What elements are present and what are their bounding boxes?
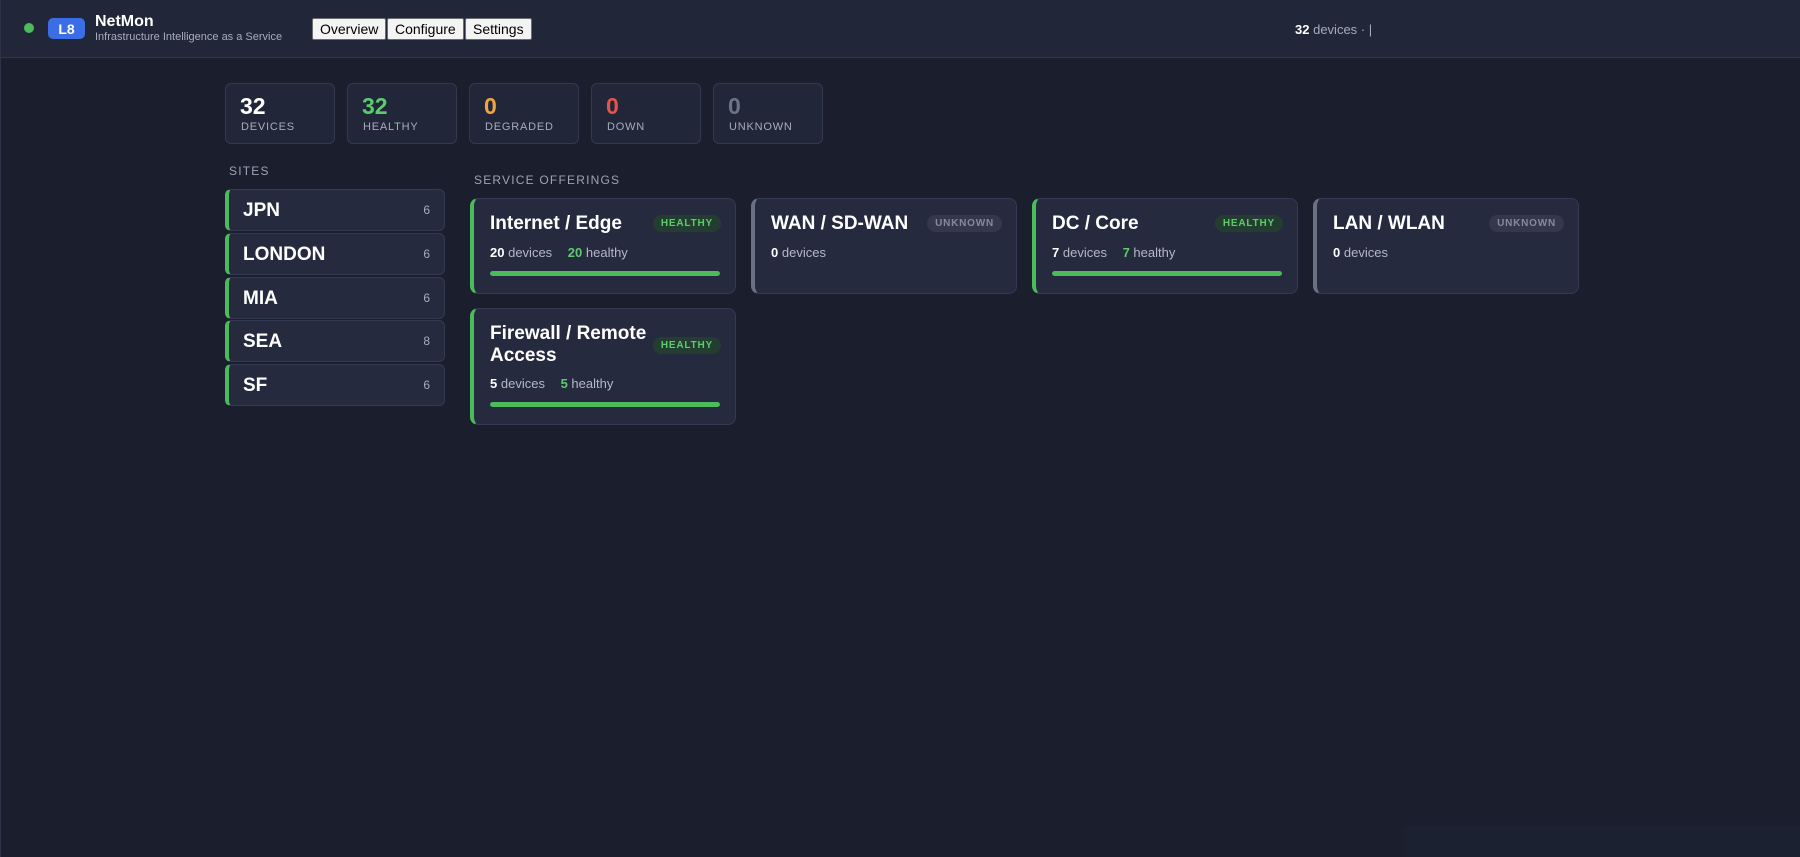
site-item-mia[interactable]: MIA 6: [225, 277, 445, 319]
service-metrics: 0 devices: [771, 245, 826, 260]
site-name: JPN: [243, 200, 280, 221]
site-item-sea[interactable]: SEA 8: [225, 320, 445, 362]
top-bar: L8 NetMon Infrastructure Intelligence as…: [1, 0, 1800, 58]
health-progress-bar: [1052, 271, 1282, 276]
device-count: 0: [1333, 245, 1341, 260]
status-dot-icon: [24, 23, 34, 33]
health-progress-fill: [1052, 271, 1282, 276]
service-title: Internet / Edge: [490, 213, 622, 234]
stat-card-healthy: 32 HEALTHY: [347, 83, 457, 144]
healthy-count: 20: [567, 245, 583, 260]
site-device-count: 8: [423, 334, 430, 348]
stat-value: 32: [362, 93, 388, 119]
stat-label: DOWN: [607, 121, 646, 133]
status-badge: HEALTHY: [652, 337, 721, 354]
device-summary: 32 devices · |: [1295, 22, 1372, 37]
device-count: 20: [490, 245, 505, 260]
service-metrics: 7 devices 7 healthy: [1052, 245, 1175, 260]
device-count: 5: [490, 376, 498, 391]
site-name: SEA: [243, 331, 283, 352]
sites-heading: SITES: [229, 164, 270, 178]
site-item-london[interactable]: LONDON 6: [225, 233, 445, 275]
stat-value: 32: [240, 93, 266, 119]
service-card-dc-core[interactable]: DC / Core HEALTHY 7 devices 7 healthy: [1032, 198, 1298, 294]
nav-overview-button[interactable]: Overview: [312, 18, 387, 40]
device-summary-count: 32: [1295, 22, 1310, 37]
site-device-count: 6: [423, 378, 430, 392]
status-badge: HEALTHY: [1214, 215, 1283, 232]
healthy-label: healthy: [571, 376, 614, 391]
stat-value: 0: [484, 93, 497, 119]
site-device-count: 6: [423, 247, 430, 261]
stat-label: DEGRADED: [485, 121, 554, 133]
healthy-count: 7: [1122, 245, 1130, 260]
service-title: Firewall / Remote Access: [490, 323, 647, 366]
health-progress-fill: [490, 402, 720, 407]
stat-label: DEVICES: [241, 121, 295, 133]
site-device-count: 6: [423, 203, 430, 217]
site-name: LONDON: [243, 244, 326, 265]
site-item-sf[interactable]: SF 6: [225, 364, 445, 406]
service-title: WAN / SD-WAN: [771, 213, 909, 234]
stat-label: UNKNOWN: [729, 121, 793, 133]
service-card-wan-sdwan[interactable]: WAN / SD-WAN UNKNOWN 0 devices: [751, 198, 1017, 294]
service-offerings-heading: SERVICE OFFERINGS: [474, 173, 621, 187]
health-progress-bar: [490, 271, 720, 276]
devices-label: devices: [508, 245, 553, 260]
site-name: MIA: [243, 288, 278, 309]
service-metrics: 5 devices 5 healthy: [490, 376, 613, 391]
service-metrics: 0 devices: [1333, 245, 1388, 260]
stat-value: 0: [728, 93, 741, 119]
health-progress-fill: [490, 271, 720, 276]
device-count: 0: [771, 245, 779, 260]
status-badge: UNKNOWN: [1489, 215, 1564, 232]
site-name: SF: [243, 375, 268, 396]
service-title: DC / Core: [1052, 213, 1139, 234]
stat-card-degraded: 0 DEGRADED: [469, 83, 579, 144]
service-card-firewall-remote-access[interactable]: Firewall / Remote Access HEALTHY 5 devic…: [470, 308, 736, 425]
app-name: NetMon: [95, 13, 154, 30]
healthy-label: healthy: [585, 245, 628, 260]
service-metrics: 20 devices 20 healthy: [490, 245, 628, 260]
bottom-panel: [1404, 826, 1800, 857]
nav-settings-button[interactable]: Settings: [465, 18, 532, 40]
service-title: LAN / WLAN: [1333, 213, 1445, 234]
stat-card-devices: 32 DEVICES: [225, 83, 335, 144]
nav-configure-button[interactable]: Configure: [387, 18, 464, 40]
devices-label: devices: [781, 245, 826, 260]
healthy-label: healthy: [1133, 245, 1176, 260]
stat-card-unknown: 0 UNKNOWN: [713, 83, 823, 144]
health-progress-bar: [490, 402, 720, 407]
devices-label: devices: [1062, 245, 1107, 260]
devices-label: devices: [1343, 245, 1388, 260]
status-badge: HEALTHY: [652, 215, 721, 232]
app-subtitle: Infrastructure Intelligence as a Service: [95, 31, 283, 43]
status-badge: UNKNOWN: [927, 215, 1002, 232]
device-summary-text: devices · |: [1313, 22, 1373, 37]
device-count: 7: [1052, 245, 1060, 260]
site-device-count: 6: [423, 291, 430, 305]
healthy-count: 5: [560, 376, 568, 391]
app-logo: L8: [48, 18, 85, 39]
stat-label: HEALTHY: [363, 121, 419, 133]
devices-label: devices: [500, 376, 545, 391]
service-card-lan-wlan[interactable]: LAN / WLAN UNKNOWN 0 devices: [1313, 198, 1579, 294]
site-item-jpn[interactable]: JPN 6: [225, 189, 445, 231]
stat-card-down: 0 DOWN: [591, 83, 701, 144]
stat-value: 0: [606, 93, 619, 119]
service-card-internet-edge[interactable]: Internet / Edge HEALTHY 20 devices 20 he…: [470, 198, 736, 294]
